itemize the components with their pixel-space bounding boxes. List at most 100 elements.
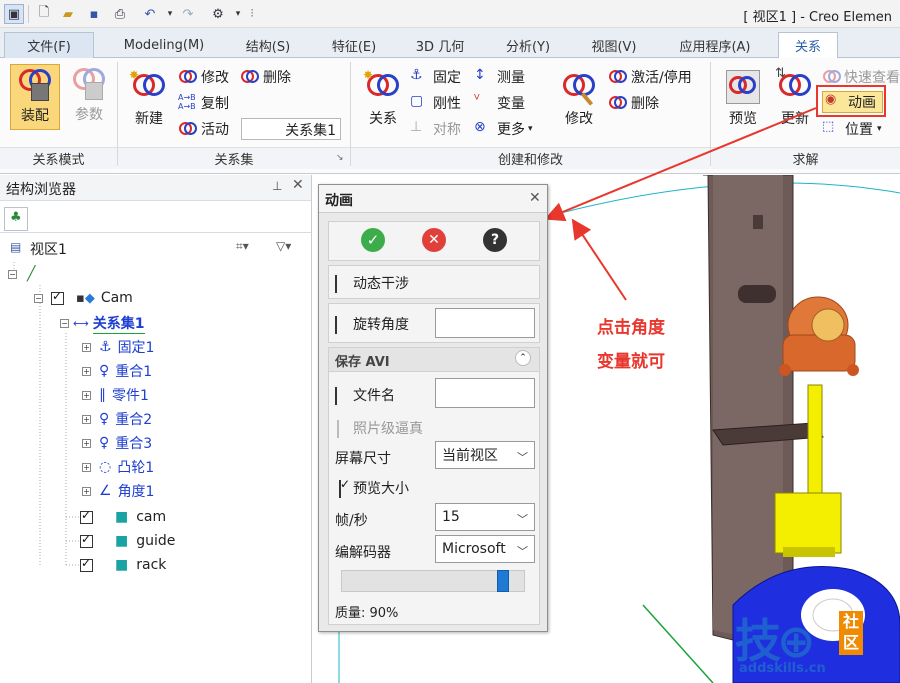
tree-row-coincident[interactable]: + ♀ 重合1: [82, 360, 152, 382]
tree-row-part-rack[interactable]: ■ rack: [80, 554, 166, 576]
tab-relations[interactable]: 关系: [778, 32, 838, 59]
more-button[interactable]: ⊗ 更多 ▾: [474, 118, 533, 140]
cancel-x-icon[interactable]: ✕: [422, 228, 446, 252]
file-name-input[interactable]: [435, 378, 535, 408]
fps-select[interactable]: 15 ﹀: [435, 503, 535, 531]
fps-value: 15: [442, 509, 460, 525]
quality-slider-thumb[interactable]: [497, 570, 509, 592]
screen-size-select[interactable]: 当前视区 ﹀: [435, 441, 535, 469]
rigid-button[interactable]: ▢ 刚性: [410, 92, 461, 114]
tree-tab[interactable]: ♣: [4, 207, 28, 231]
photo-realistic-checkbox[interactable]: [337, 420, 339, 438]
file-name-checkbox[interactable]: [335, 387, 337, 405]
measure-button[interactable]: ↕ 测量: [474, 66, 525, 88]
tab-3d-geometry[interactable]: 3D 几何: [400, 32, 480, 58]
tree-row-root[interactable]: − ╱: [8, 263, 35, 285]
expand-icon[interactable]: +: [82, 414, 91, 424]
parameters-mode-button[interactable]: 参数: [66, 64, 112, 130]
tree-row-coincident[interactable]: + ♀ 重合2: [82, 408, 152, 430]
tab-feature[interactable]: 特征(E): [316, 32, 392, 58]
activate-button[interactable]: 激活/停用: [608, 66, 692, 88]
save-avi-header[interactable]: 保存 AVI ⌃: [329, 348, 539, 372]
filter-icon[interactable]: ▽▾: [276, 239, 291, 253]
close-icon[interactable]: ✕: [292, 177, 304, 193]
expand-icon[interactable]: +: [82, 366, 91, 376]
tab-applications[interactable]: 应用程序(A): [662, 32, 768, 58]
tree-row-fixed[interactable]: + ⚓ 固定1: [82, 336, 154, 358]
tree-row-part-cam[interactable]: ■ cam: [80, 506, 166, 528]
dynamic-interference-checkbox[interactable]: [335, 275, 337, 293]
tree-row-part-guide[interactable]: ■ guide: [80, 530, 175, 552]
update-button[interactable]: ⇅ 更新: [772, 66, 818, 128]
tree-label: 重合3: [115, 436, 153, 452]
collapse-icon[interactable]: −: [8, 269, 17, 279]
tree-row-cam[interactable]: + ◌ 凸轮1: [82, 456, 154, 478]
new-set-button[interactable]: ✸ 新建: [126, 68, 172, 128]
new-file-icon[interactable]: 🗋: [34, 4, 54, 24]
rotation-angle-input[interactable]: [435, 308, 535, 338]
pin-icon[interactable]: ⊥: [272, 179, 282, 193]
visibility-checkbox[interactable]: [80, 508, 93, 524]
tree-row-coincident[interactable]: + ♀ 重合3: [82, 432, 152, 454]
axis-icon: ╱: [27, 266, 36, 282]
tab-structure[interactable]: 结构(S): [230, 32, 306, 58]
visibility-checkbox[interactable]: [80, 532, 93, 548]
open-folder-icon[interactable]: ▰: [58, 4, 78, 24]
expand-icon[interactable]: +: [82, 390, 91, 400]
codec-select[interactable]: Microsoft ﹀: [435, 535, 535, 563]
more-icon: ⊗: [474, 119, 486, 135]
fixed-icon: ⚓: [99, 339, 112, 355]
tree-row-relation-set[interactable]: − ⟷ 关系集1: [60, 312, 145, 334]
visibility-checkbox[interactable]: [51, 289, 64, 305]
delete-set-button[interactable]: 删除: [240, 66, 291, 88]
screen-size-label: 屏幕尺寸: [335, 451, 391, 467]
collapse-icon[interactable]: −: [60, 318, 69, 328]
assemble-mode-button[interactable]: 装配: [10, 64, 60, 130]
preview-icon: [723, 68, 763, 108]
active-set-button[interactable]: 活动: [178, 118, 229, 140]
expand-icon[interactable]: +: [82, 486, 91, 496]
relation-button[interactable]: ✸ 关系: [360, 68, 406, 128]
print-preview-icon[interactable]: ⎙: [110, 4, 130, 24]
tab-view[interactable]: 视图(V): [576, 32, 652, 58]
dialog-close-icon[interactable]: ✕: [529, 190, 541, 206]
save-icon[interactable]: ▪: [84, 4, 104, 24]
tree-row-assembly[interactable]: − ▪ ◆ Cam: [34, 287, 133, 309]
binoculars-icon[interactable]: ⌗▾: [236, 239, 249, 254]
copy-set-button[interactable]: A→B A→B 复制: [178, 92, 229, 114]
quality-slider[interactable]: [341, 570, 525, 592]
expand-icon[interactable]: +: [82, 342, 91, 352]
customize-toolbar-icon[interactable]: ⫶: [242, 4, 262, 24]
fixed-button[interactable]: ⚓ 固定: [410, 66, 461, 88]
undo-dropdown-icon[interactable]: ▾: [160, 4, 180, 24]
tab-analysis[interactable]: 分析(Y): [490, 32, 566, 58]
expand-icon[interactable]: +: [82, 462, 91, 472]
undo-icon[interactable]: ↶: [140, 4, 160, 24]
preview-size-checkbox[interactable]: [339, 480, 341, 498]
symmetric-button[interactable]: ⊥ 对称: [410, 118, 461, 140]
assembly-tool-icon[interactable]: ⚙: [208, 4, 228, 24]
tab-file[interactable]: 文件(F): [4, 32, 94, 58]
visibility-checkbox[interactable]: [80, 556, 93, 572]
tree-row-angle[interactable]: + ∠ 角度1: [82, 480, 154, 502]
relation-set-field[interactable]: 关系集1: [241, 118, 341, 140]
delete-relation-label: 删除: [631, 96, 659, 112]
collapse-section-icon[interactable]: ⌃: [515, 350, 531, 366]
delete-relation-button[interactable]: 删除: [608, 92, 659, 114]
dialog-launcher-icon[interactable]: ↘: [336, 153, 344, 163]
ok-check-icon[interactable]: ✓: [361, 228, 385, 252]
collapse-icon[interactable]: −: [34, 293, 43, 303]
viewport-icon: ▤: [10, 240, 22, 254]
rotation-angle-checkbox[interactable]: [335, 316, 337, 334]
variable-button[interactable]: ⱽ 变量: [474, 92, 525, 114]
expand-icon[interactable]: +: [82, 438, 91, 448]
help-icon[interactable]: ?: [483, 228, 507, 252]
position-button[interactable]: ⬚ 位置 ▾: [822, 118, 882, 140]
app-icon[interactable]: ▣: [4, 4, 24, 24]
modify-relation-button[interactable]: 修改: [556, 68, 602, 128]
tab-modeling[interactable]: Modeling(M): [108, 32, 220, 58]
redo-icon[interactable]: ↷: [178, 4, 198, 24]
preview-button[interactable]: 预览: [720, 68, 766, 128]
tree-row-part[interactable]: + ∥ 零件1: [82, 384, 149, 406]
modify-set-button[interactable]: 修改: [178, 66, 229, 88]
